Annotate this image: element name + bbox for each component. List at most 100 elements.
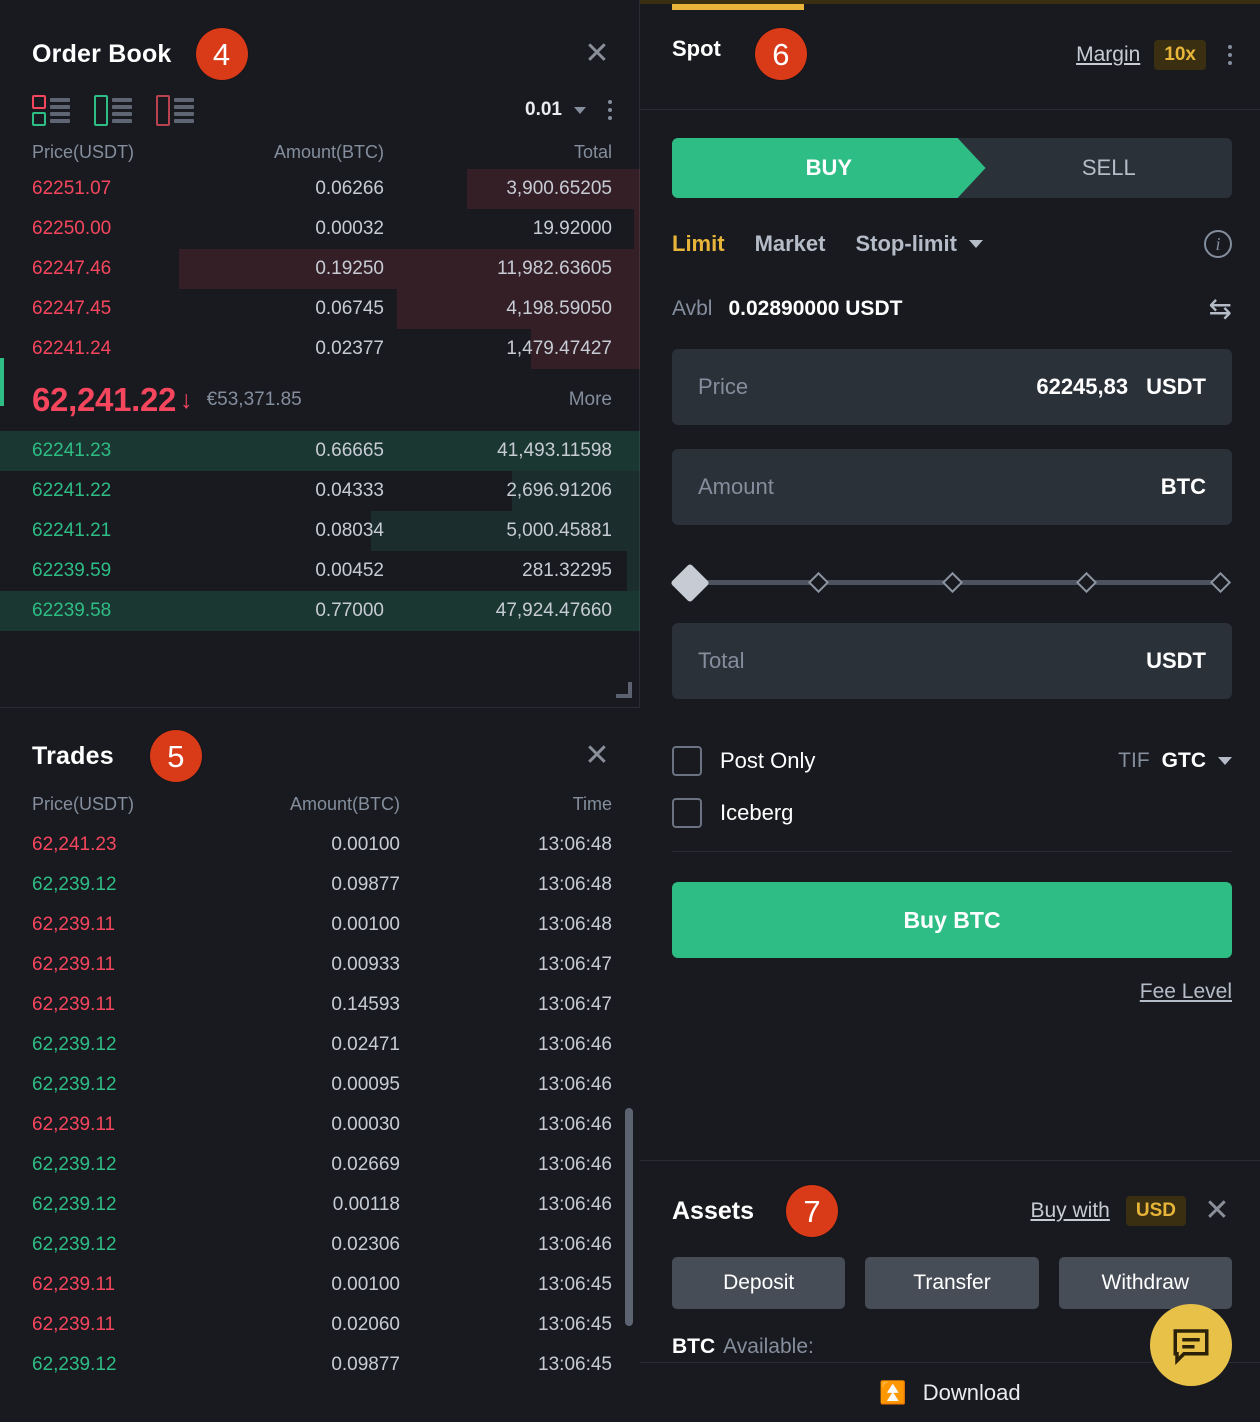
view-mode-asks-icon[interactable] (156, 95, 194, 126)
iceberg-label[interactable]: Iceberg (720, 800, 793, 826)
available-value: 0.02890000 USDT (728, 297, 902, 321)
trades-close-icon[interactable]: ✕ (582, 741, 612, 771)
trade-time: 13:06:47 (492, 954, 612, 976)
tabbar-right-controls: Margin 10x (1076, 0, 1260, 70)
chat-bubble-icon[interactable] (1150, 1304, 1232, 1386)
trade-time: 13:06:46 (492, 1074, 612, 1096)
order-book-close-icon[interactable]: ✕ (582, 39, 612, 69)
download-icon[interactable]: ⏫ (879, 1380, 906, 1406)
amount-field[interactable]: Amount BTC (672, 449, 1232, 525)
order-type-limit[interactable]: Limit (672, 231, 725, 257)
form-divider (672, 851, 1232, 852)
assets-header: Assets 7 Buy with USD ✕ (640, 1161, 1260, 1237)
price-unit: USDT (1146, 374, 1206, 400)
trade-row: 62,239.120.0011813:06:46 (0, 1185, 640, 1225)
order-book-resize-handle[interactable] (616, 682, 632, 698)
more-link[interactable]: More (569, 389, 612, 411)
trades-rows: 62,241.230.0010013:06:4862,239.120.09877… (0, 825, 640, 1385)
total-label: Total (698, 648, 744, 674)
trades-scrollbar[interactable] (625, 1108, 633, 1326)
assets-button-transfer[interactable]: Transfer (865, 1257, 1038, 1309)
order-book-price: 62241.23 (32, 440, 254, 462)
order-book-row[interactable]: 62251.070.062663,900.65205 (0, 169, 640, 209)
order-book-price: 62239.58 (32, 600, 254, 622)
sell-tab[interactable]: SELL (986, 138, 1232, 198)
badge-number: 6 (755, 28, 807, 80)
trades-column-headers: Price(USDT) Amount(BTC) Time (0, 784, 640, 825)
trade-amount: 0.00030 (242, 1114, 492, 1136)
submit-order-button[interactable]: Buy BTC (672, 882, 1232, 958)
view-mode-bids-icon[interactable] (94, 95, 132, 126)
tif-selector[interactable]: TIF GTC (1118, 749, 1232, 773)
mid-price-row: 62,241.22 ↓ €53,371.85 More (0, 369, 640, 431)
order-book-price: 62247.45 (32, 298, 254, 320)
slider-stop-25[interactable] (808, 572, 829, 593)
trade-row: 62,241.230.0010013:06:48 (0, 825, 640, 865)
buy-with-currency-badge[interactable]: USD (1126, 1196, 1186, 1226)
last-price: 62,241.22 (32, 381, 176, 419)
order-book-row[interactable]: 62241.210.080345,000.45881 (0, 511, 640, 551)
price-direction-down-icon: ↓ (180, 386, 193, 415)
trade-time: 13:06:45 (492, 1274, 612, 1296)
buy-with-link[interactable]: Buy with (1031, 1199, 1110, 1223)
post-only-label[interactable]: Post Only (720, 748, 815, 774)
trade-price: 62,239.11 (32, 994, 242, 1016)
iceberg-checkbox[interactable] (672, 798, 702, 828)
trade-amount: 0.02669 (242, 1154, 492, 1176)
order-book-row[interactable]: 62247.450.067454,198.59050 (0, 289, 640, 329)
order-book-row[interactable]: 62250.000.0003219.92000 (0, 209, 640, 249)
assets-close-icon[interactable]: ✕ (1202, 1196, 1232, 1226)
order-book-row[interactable]: 62239.590.00452281.32295 (0, 551, 640, 591)
trade-price: 62,239.12 (32, 1194, 242, 1216)
order-book-total: 2,696.91206 (452, 480, 612, 502)
order-book-price: 62241.22 (32, 480, 254, 502)
assets-button-withdraw[interactable]: Withdraw (1059, 1257, 1232, 1309)
balance-label: Available: (723, 1335, 814, 1359)
tick-size-value[interactable]: 0.01 (525, 99, 562, 121)
order-book-total: 5,000.45881 (452, 520, 612, 542)
info-icon[interactable]: i (1204, 230, 1232, 258)
trade-panel-menu-icon[interactable] (1228, 45, 1232, 65)
order-book-menu-icon[interactable] (608, 100, 612, 120)
post-only-row: Post Only TIF GTC (672, 735, 1232, 787)
order-book-price: 62247.46 (32, 258, 254, 280)
trade-amount: 0.00095 (242, 1074, 492, 1096)
order-type-market[interactable]: Market (755, 231, 826, 257)
order-book-row[interactable]: 62239.580.7700047,924.47660 (0, 591, 640, 631)
leverage-badge[interactable]: 10x (1154, 40, 1206, 70)
slider-stop-100[interactable] (1210, 572, 1231, 593)
order-book-amount: 0.02377 (254, 338, 452, 360)
swap-icon[interactable]: ⇆ (1209, 292, 1232, 325)
badge-number: 4 (196, 28, 248, 80)
trade-time: 13:06:48 (492, 834, 612, 856)
trading-app: Order Book 4 ✕ (0, 0, 1260, 1422)
assets-button-deposit[interactable]: Deposit (672, 1257, 845, 1309)
view-mode-both-icon[interactable] (32, 95, 70, 126)
order-book-row[interactable]: 62241.220.043332,696.91206 (0, 471, 640, 511)
trade-row: 62,239.120.0266913:06:46 (0, 1145, 640, 1185)
order-book-row[interactable]: 62241.230.6666541,493.11598 (0, 431, 640, 471)
trade-price: 62,239.12 (32, 1354, 242, 1376)
slider-knob[interactable] (670, 563, 710, 603)
order-book-row[interactable]: 62247.460.1925011,982.63605 (0, 249, 640, 289)
chevron-down-icon[interactable] (1218, 757, 1232, 765)
chevron-down-icon[interactable] (574, 107, 586, 114)
download-label[interactable]: Download (923, 1380, 1021, 1406)
trade-amount: 0.02060 (242, 1314, 492, 1336)
fee-level-link[interactable]: Fee Level (1140, 980, 1232, 1004)
slider-stop-75[interactable] (1076, 572, 1097, 593)
active-tab-accent (672, 4, 804, 10)
post-only-checkbox[interactable] (672, 746, 702, 776)
slider-stop-50[interactable] (942, 572, 963, 593)
assets-header-right: Buy with USD ✕ (1031, 1196, 1233, 1226)
column-header-price: Price(USDT) (32, 142, 254, 163)
trade-time: 13:06:48 (492, 874, 612, 896)
total-field[interactable]: Total USDT (672, 623, 1232, 699)
amount-percent-slider[interactable] (676, 565, 1228, 599)
order-type-stop-limit[interactable]: Stop-limit (855, 231, 956, 257)
buy-tab[interactable]: BUY (672, 138, 986, 198)
order-book-row[interactable]: 62241.240.023771,479.47427 (0, 329, 640, 369)
chevron-down-icon[interactable] (969, 240, 983, 248)
price-field[interactable]: Price 62245,83 USDT (672, 349, 1232, 425)
margin-link[interactable]: Margin (1076, 43, 1140, 67)
